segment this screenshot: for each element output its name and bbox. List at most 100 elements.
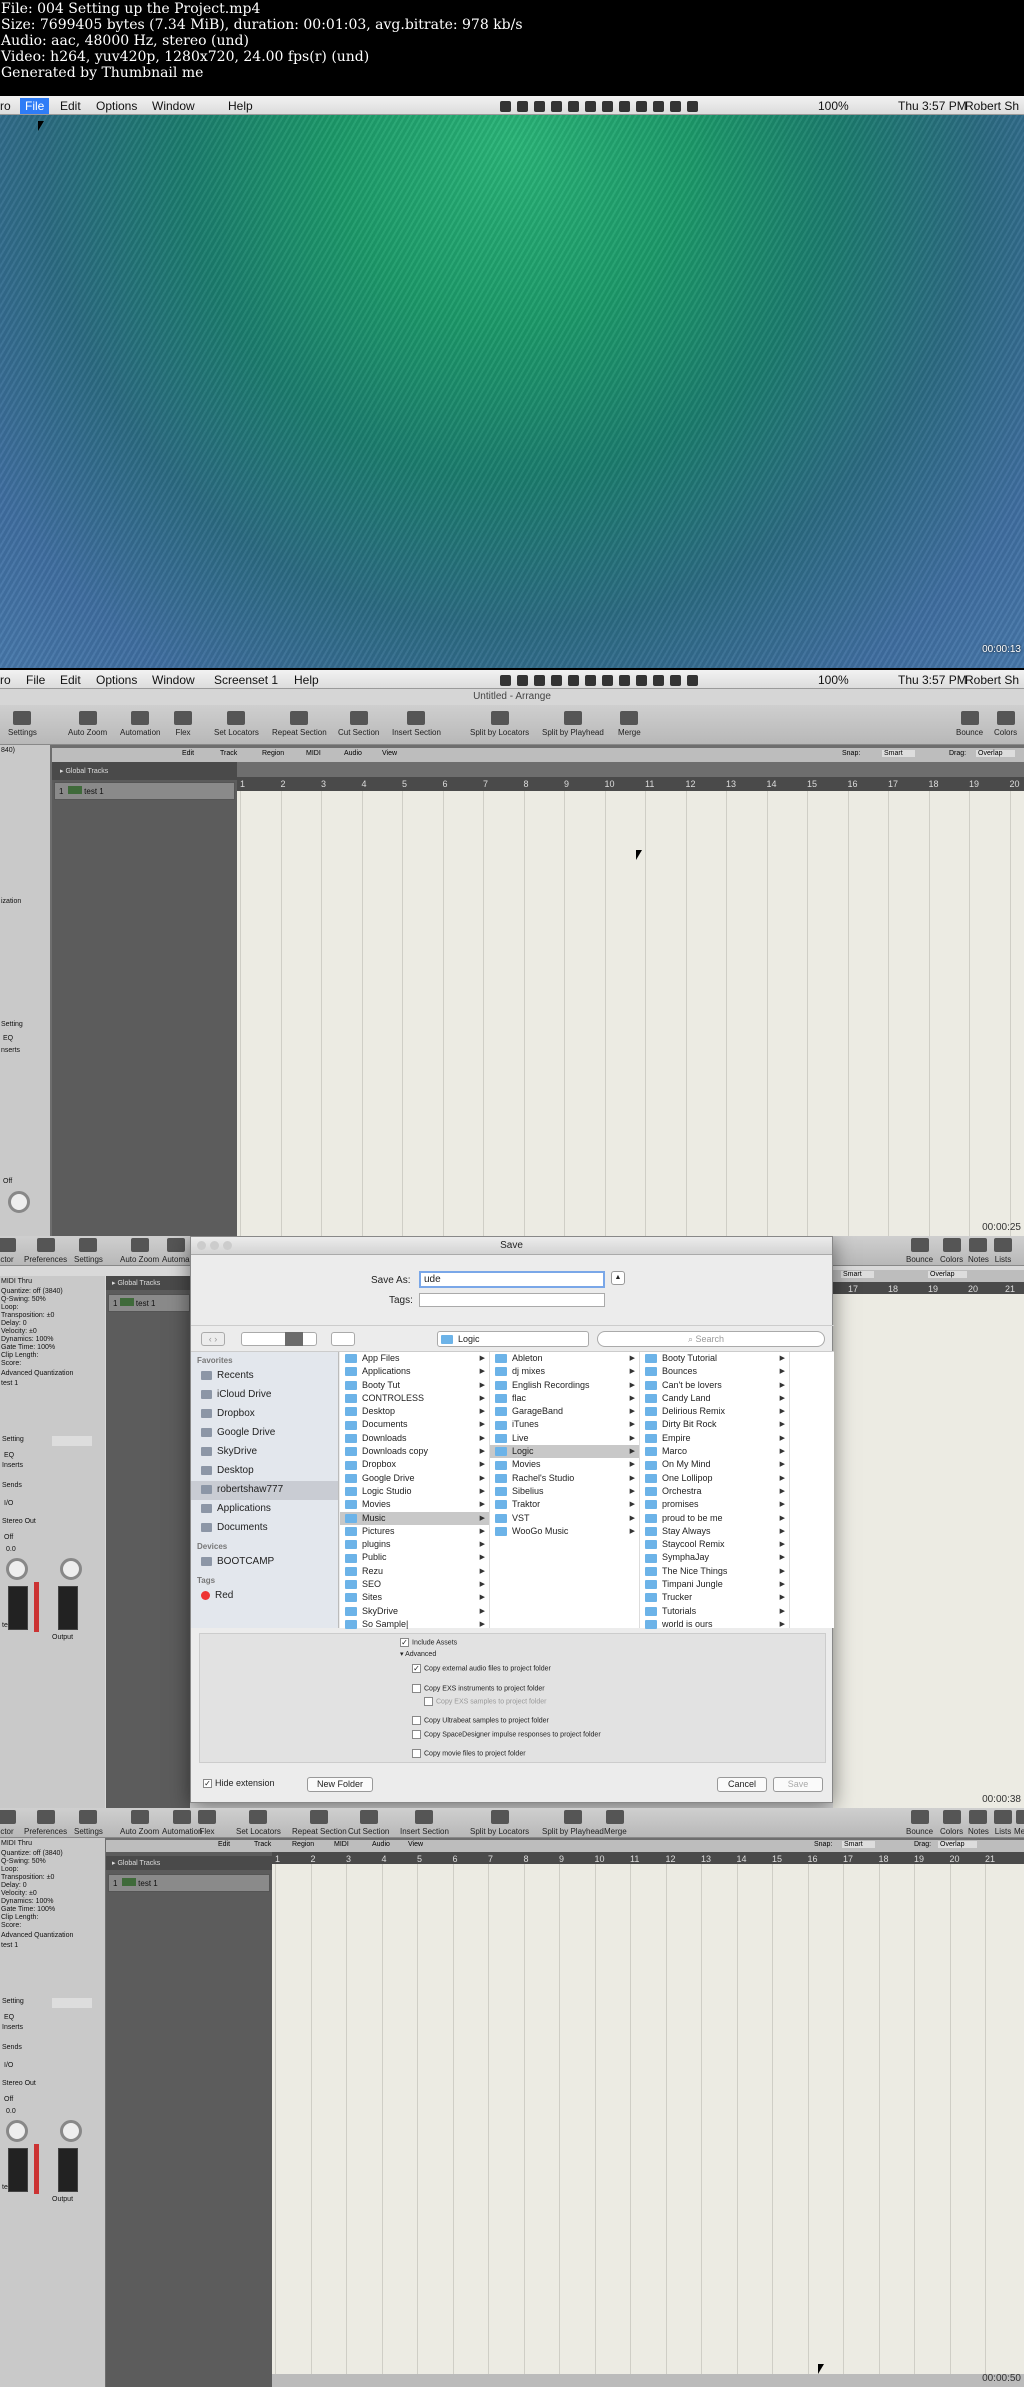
arrange-area[interactable] (272, 1864, 1024, 2374)
sidebar-item[interactable]: Red (191, 1587, 338, 1606)
pan-knob[interactable] (8, 1191, 30, 1213)
menu-edit[interactable]: Edit (60, 673, 81, 687)
setting-slot[interactable]: Setting (1, 1021, 23, 1028)
list-item[interactable]: SymphaJay ▶ (640, 1551, 789, 1564)
list-item[interactable]: Delirious Remix ▶ (640, 1405, 789, 1418)
notes-button[interactable]: Notes (968, 1810, 989, 1836)
hide-extension-checkbox[interactable]: ✓ Hide extension (203, 1778, 275, 1789)
list-item[interactable]: Orchestra ▶ (640, 1485, 789, 1498)
save-button[interactable]: Save (773, 1777, 823, 1792)
list-item[interactable]: Logic ▶ (490, 1445, 639, 1459)
track-header[interactable]: 1 test 1 (54, 782, 235, 800)
list-item[interactable]: Rachel's Studio ▶ (490, 1472, 639, 1485)
volume-fader[interactable] (34, 2144, 39, 2194)
user-name[interactable]: Robert Sh (965, 673, 1019, 687)
back-forward-buttons[interactable]: ‹ › (201, 1332, 225, 1346)
copy-audio-checkbox[interactable]: ✓ Copy external audio files to project fo… (412, 1664, 551, 1673)
pan-knob[interactable] (6, 2120, 28, 2142)
advanced-quantization-disclosure[interactable]: Advanced Quantization (1, 1932, 73, 1939)
audio-menu[interactable]: Audio (372, 1841, 390, 1848)
menu-file[interactable]: File (26, 673, 45, 687)
edit-menu[interactable]: Edit (218, 1841, 230, 1848)
track-header[interactable]: 1 test 1 (108, 1874, 270, 1892)
pan-knob[interactable] (60, 1558, 82, 1580)
split-by-locators-button[interactable]: Split by Locators (470, 711, 529, 737)
list-item[interactable]: Bounces ▶ (640, 1365, 789, 1378)
menu-window[interactable]: Window (152, 99, 195, 113)
list-item[interactable]: plugins ▶ (340, 1538, 489, 1551)
list-item[interactable]: Traktor ▶ (490, 1498, 639, 1511)
list-item[interactable]: Candy Land ▶ (640, 1392, 789, 1405)
set-locators-button[interactable]: Set Locators (236, 1810, 281, 1836)
list-item[interactable]: dj mixes ▶ (490, 1365, 639, 1378)
repeat-section-button[interactable]: Repeat Section (292, 1810, 347, 1836)
list-item[interactable]: Applications ▶ (340, 1365, 489, 1378)
midi-menu[interactable]: MIDI (306, 750, 321, 757)
list-item[interactable]: Downloads copy ▶ (340, 1445, 489, 1458)
insert-section-button[interactable]: Insert Section (392, 711, 441, 737)
copy-exs-samples-checkbox[interactable]: Copy EXS samples to project folder (424, 1697, 547, 1706)
copy-spacedesigner-checkbox[interactable]: Copy SpaceDesigner impulse responses to … (412, 1730, 601, 1739)
list-item[interactable]: Marco ▶ (640, 1445, 789, 1458)
cut-section-button[interactable]: Cut Section (338, 711, 379, 737)
insert-section-button[interactable]: Insert Section (400, 1810, 449, 1836)
view-menu[interactable]: View (408, 1841, 423, 1848)
settings-button[interactable]: Settings (74, 1810, 103, 1836)
bar-ruler[interactable]: 1 2 3 4 5 6 7 8 9 10 11 12 13 14 15 16 17 18 19 20 21 (272, 1852, 1024, 1864)
lists-button[interactable]: Lists (994, 1810, 1012, 1836)
settings-button[interactable]: Settings (8, 711, 37, 737)
list-item[interactable]: promises ▶ (640, 1498, 789, 1511)
pan-knob[interactable] (60, 2120, 82, 2142)
global-tracks-header[interactable]: ▸ Global Tracks (52, 762, 237, 780)
sidebar-item[interactable]: Dropbox (191, 1405, 338, 1424)
list-item[interactable]: iTunes ▶ (490, 1418, 639, 1431)
bounce-button[interactable]: Bounce (906, 1810, 933, 1836)
view-mode-buttons[interactable] (241, 1332, 317, 1346)
horizontal-scrollbar[interactable] (272, 2374, 1024, 2387)
settings-button[interactable]: Settings (74, 1238, 103, 1264)
menu-screenset[interactable]: Screenset 1 (214, 673, 278, 687)
split-by-locators-button[interactable]: Split by Locators (470, 1810, 529, 1836)
list-item[interactable]: Ableton ▶ (490, 1352, 639, 1365)
preferences-button[interactable]: Preferences (24, 1238, 67, 1264)
advanced-quantization-disclosure[interactable]: Advanced Quantization (1, 1370, 73, 1377)
eq-slot[interactable]: EQ (3, 1035, 13, 1042)
colors-button[interactable]: Colors (994, 711, 1017, 737)
list-item[interactable]: Booty Tutorial ▶ (640, 1352, 789, 1365)
list-item[interactable]: Logic Studio ▶ (340, 1485, 489, 1498)
menu-file[interactable]: File (20, 98, 50, 114)
menu-edit[interactable]: Edit (60, 99, 81, 113)
arrange-area[interactable] (833, 1294, 1024, 1808)
set-locators-button[interactable]: Set Locators (214, 711, 259, 737)
track-menu[interactable]: Track (220, 750, 237, 757)
list-item[interactable]: Movies ▶ (340, 1498, 489, 1511)
setting-button[interactable] (52, 1436, 92, 1446)
snap-select[interactable]: Smart (882, 750, 915, 757)
sidebar-item[interactable]: Applications (191, 1500, 338, 1519)
region-menu[interactable]: Region (262, 750, 284, 757)
bounce-button[interactable]: Bounce (956, 711, 983, 737)
bar-ruler[interactable]: 1 2 3 4 5 6 7 8 9 10 11 12 13 14 15 16 17 18 19 20 (237, 777, 1024, 791)
menu-help[interactable]: Help (294, 673, 319, 687)
arrange-button[interactable] (331, 1332, 355, 1346)
list-item[interactable]: One Lollipop ▶ (640, 1472, 789, 1485)
list-item[interactable]: Stay Always ▶ (640, 1525, 789, 1538)
app-menu[interactable]: ro (0, 673, 11, 687)
user-name[interactable]: Robert Sh (965, 99, 1019, 113)
list-item[interactable]: On My Mind ▶ (640, 1458, 789, 1471)
column-view-icon[interactable] (285, 1332, 303, 1346)
inspector-label[interactable]: EQ (4, 2014, 14, 2021)
list-item[interactable]: Downloads ▶ (340, 1432, 489, 1445)
list-item[interactable]: Sibelius ▶ (490, 1485, 639, 1498)
list-item[interactable]: Public ▶ (340, 1551, 489, 1564)
auto-zoom-button[interactable]: Auto Zoom (120, 1238, 159, 1264)
menu-window[interactable]: Window (152, 673, 195, 687)
automation-button[interactable]: Automa (162, 1238, 190, 1264)
copy-movie-checkbox[interactable]: Copy movie files to project folder (412, 1749, 526, 1758)
colors-button[interactable]: Colors (940, 1810, 963, 1836)
drag-select[interactable]: Overlap (976, 750, 1015, 757)
list-item[interactable]: Timpani Jungle ▶ (640, 1578, 789, 1591)
sidebar-item[interactable]: Google Drive (191, 1424, 338, 1443)
list-item[interactable]: Desktop ▶ (340, 1405, 489, 1418)
inspector-label[interactable]: Setting (2, 1436, 24, 1443)
